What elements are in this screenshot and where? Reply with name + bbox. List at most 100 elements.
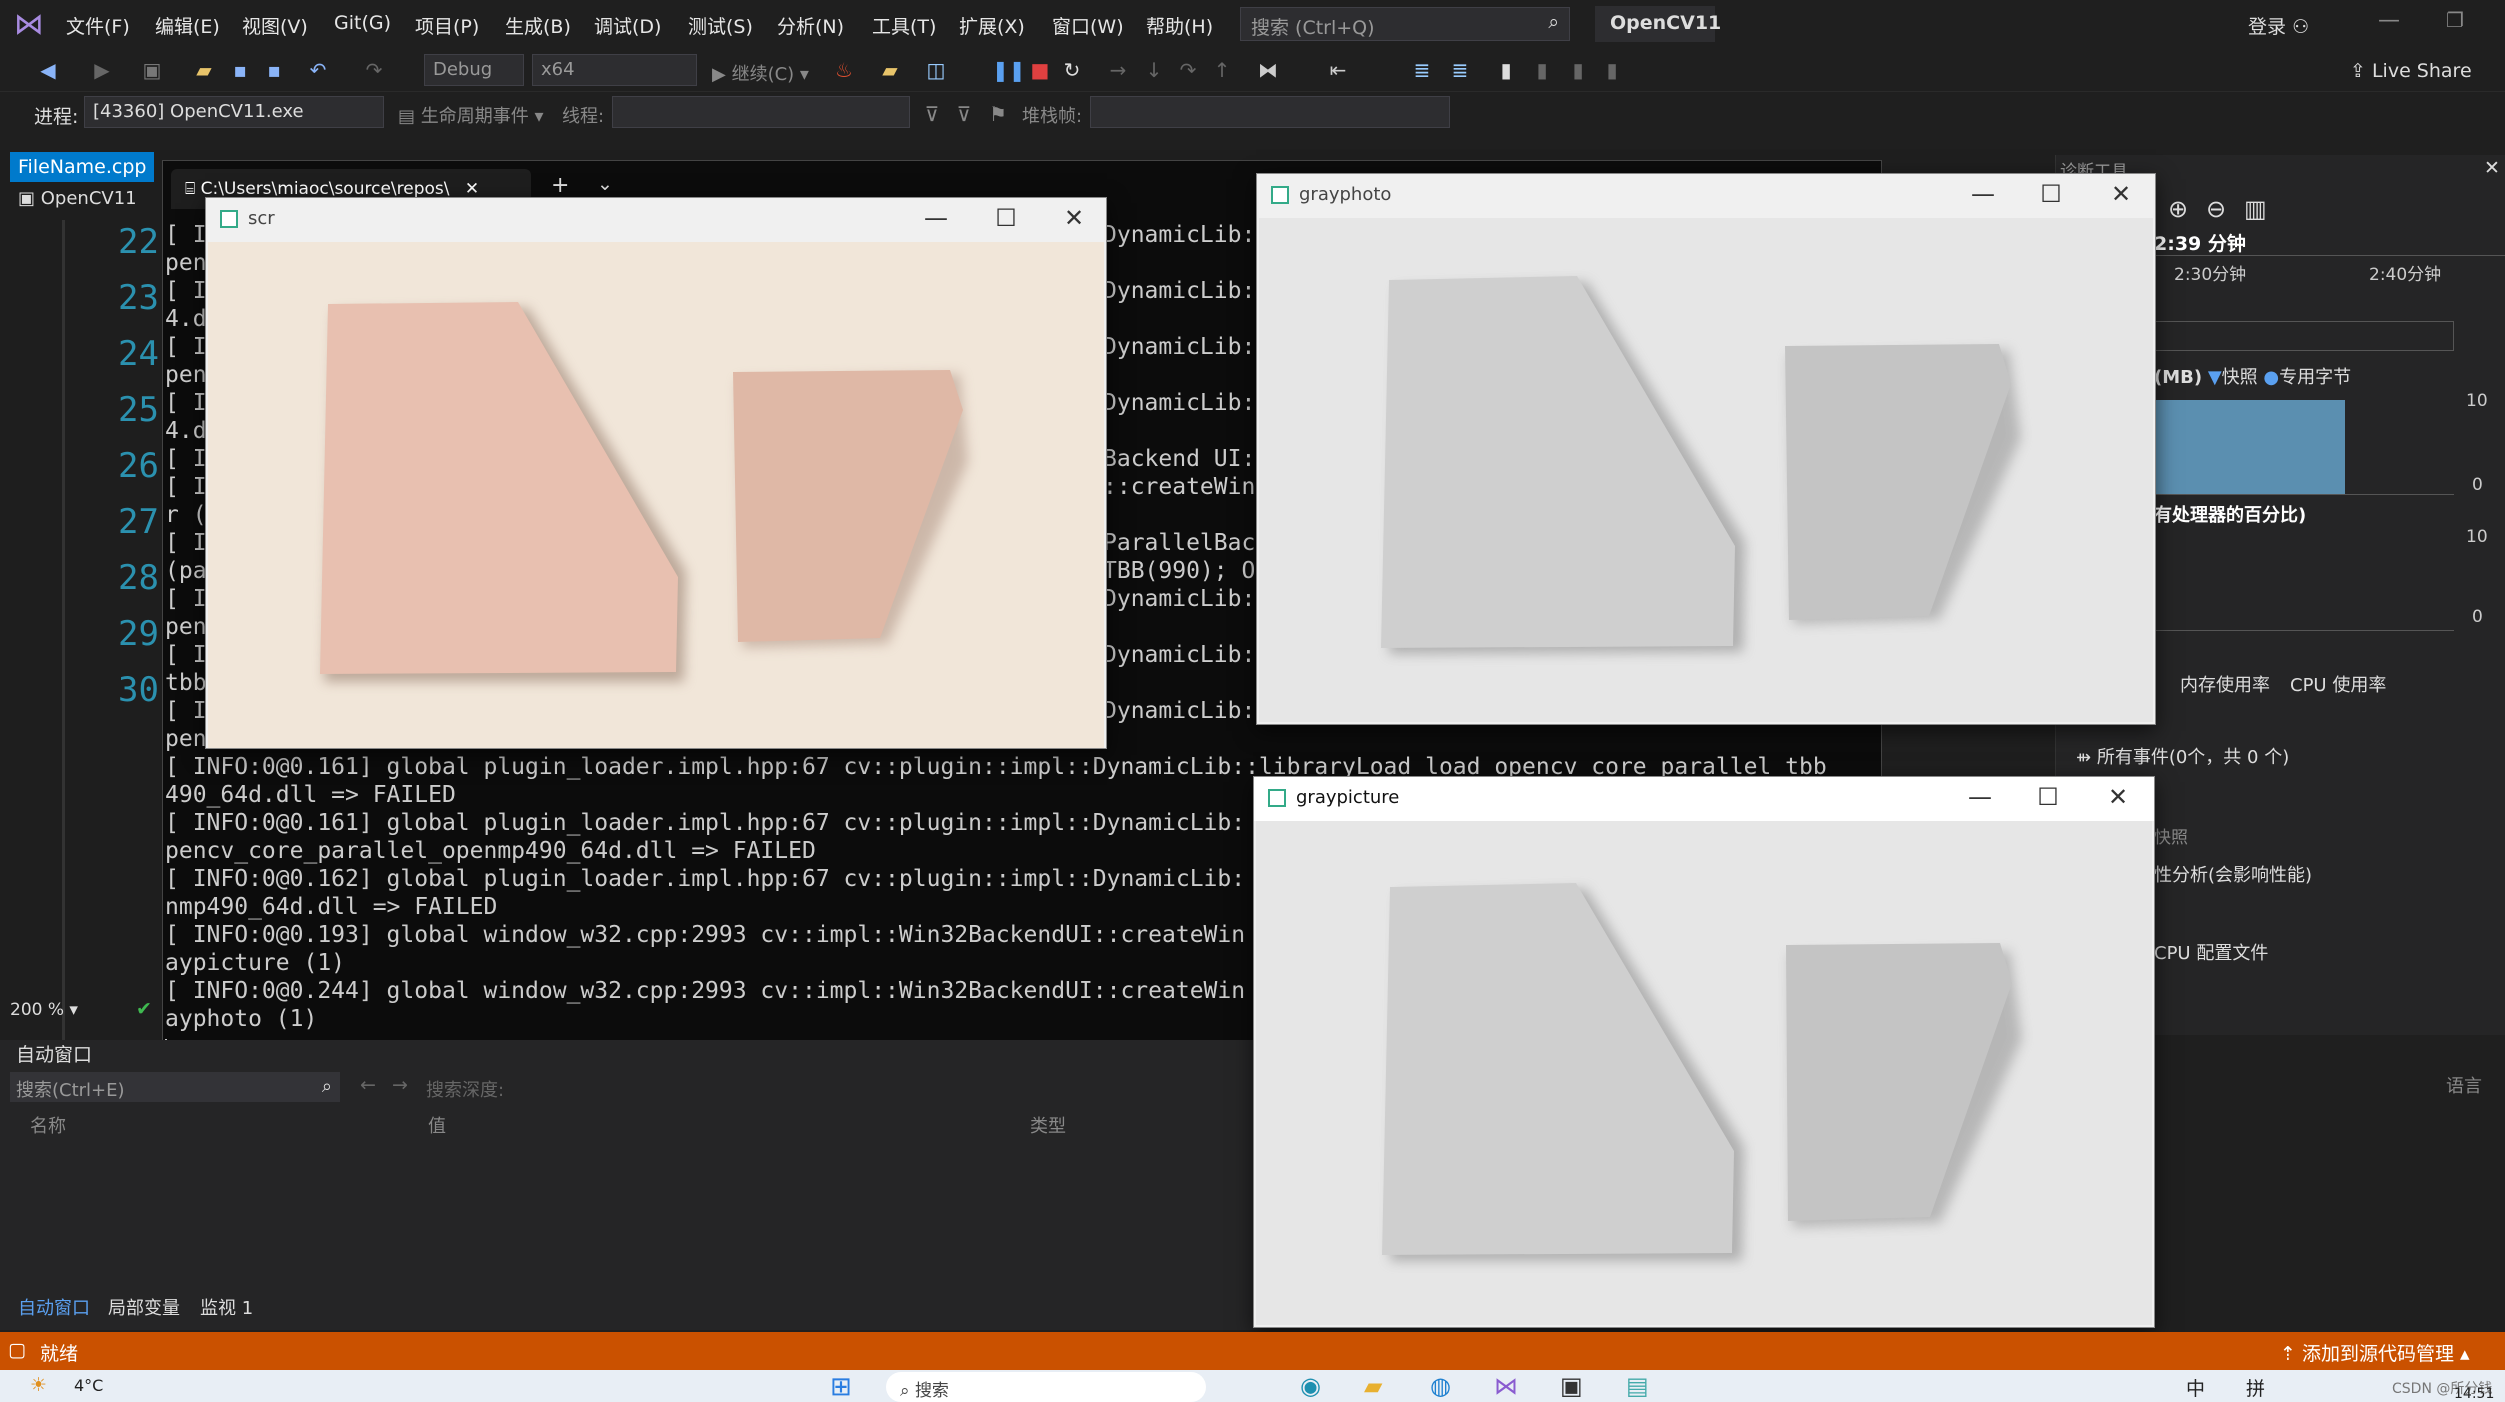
tab-autos[interactable]: 自动窗口 xyxy=(18,1294,90,1320)
stack-frame-select[interactable] xyxy=(1090,96,1450,128)
menu-item[interactable]: 扩展(X) xyxy=(959,12,1025,39)
minimize-button[interactable]: — xyxy=(1960,783,2000,811)
tab-cpu-usage[interactable]: CPU 使用率 xyxy=(2290,671,2386,697)
process-select[interactable]: [43360] OpenCV11.exe xyxy=(84,96,384,128)
pause-icon[interactable]: ❚❚ xyxy=(992,58,1026,82)
continue-button[interactable]: ▶ 继续(C) ▾ xyxy=(712,60,809,86)
restart-icon[interactable]: ↻ xyxy=(1060,58,1084,82)
lifecycle-events-button[interactable]: ▤ 生命周期事件 ▾ xyxy=(398,102,544,128)
indent-icon[interactable]: ≣ xyxy=(1410,58,1434,82)
maximize-button[interactable]: ☐ xyxy=(2031,180,2071,208)
save-icon[interactable]: ▪ xyxy=(228,58,252,82)
minimize-button[interactable]: — xyxy=(2378,8,2400,33)
nav-forward-icon[interactable]: → xyxy=(392,1074,408,1096)
minimize-button[interactable]: — xyxy=(1963,180,2003,208)
nav-back-icon[interactable]: ← xyxy=(360,1074,376,1096)
zoom-in-icon[interactable]: ⊕ xyxy=(2168,195,2188,223)
configuration-select[interactable]: Debug xyxy=(424,54,524,86)
step-into-icon[interactable]: ↓ xyxy=(1142,58,1166,82)
zoom-out-icon[interactable]: ⊖ xyxy=(2206,195,2226,223)
edge-icon[interactable]: ◉ xyxy=(1300,1372,1321,1400)
close-panel-icon[interactable]: ✕ xyxy=(2484,157,2500,179)
screenshot-icon[interactable]: ◫ xyxy=(924,58,948,82)
menu-item[interactable]: 测试(S) xyxy=(688,12,753,39)
menu-item[interactable]: 窗口(W) xyxy=(1052,12,1124,39)
menu-item[interactable]: 项目(P) xyxy=(415,12,479,39)
menu-item[interactable]: 帮助(H) xyxy=(1146,12,1213,39)
maximize-button[interactable]: ❐ xyxy=(2446,8,2464,32)
hot-reload-icon[interactable]: ♨ xyxy=(832,58,856,82)
tab-project[interactable]: ▣ OpenCV11 xyxy=(10,184,145,213)
autos-search-input[interactable]: 搜索(Ctrl+E) ⌕ xyxy=(10,1072,340,1102)
login-button[interactable]: 登录 ⚇ xyxy=(2248,12,2309,39)
menu-item[interactable]: 编辑(E) xyxy=(155,12,220,39)
thread-select[interactable] xyxy=(612,96,910,128)
browser-icon[interactable]: ◍ xyxy=(1430,1372,1451,1400)
col-type[interactable]: 类型 xyxy=(1030,1112,1066,1138)
live-share-button[interactable]: ⇪ Live Share xyxy=(2350,60,2472,82)
menu-item[interactable]: 工具(T) xyxy=(872,12,936,39)
events-filter[interactable]: ⇻ 所有事件(0个，共 0 个) xyxy=(2076,743,2289,769)
taskbar-search[interactable]: ⌕ 搜索 xyxy=(886,1372,1206,1402)
forward-icon[interactable]: ▶ xyxy=(90,58,114,82)
filter-clear-icon[interactable]: ⊽ xyxy=(952,102,976,126)
explorer-icon[interactable]: ▰ xyxy=(1364,1372,1382,1400)
add-to-source-control[interactable]: ⇡ 添加到源代码管理 ▴ xyxy=(2280,1339,2470,1366)
tab-memory-usage[interactable]: 内存使用率 xyxy=(2180,671,2270,697)
visual-studio-icon[interactable]: ⋈ xyxy=(1494,1372,1518,1400)
bookmark-clear-icon[interactable]: ▮ xyxy=(1600,58,1624,82)
col-value[interactable]: 值 xyxy=(428,1112,446,1138)
menu-item[interactable]: 视图(V) xyxy=(242,12,308,39)
menu-item[interactable]: 分析(N) xyxy=(777,12,844,39)
undo-icon[interactable]: ↶ xyxy=(306,58,330,82)
clock[interactable]: 14:51 xyxy=(2454,1386,2494,1402)
tab-watch-1[interactable]: 监视 1 xyxy=(200,1294,253,1320)
terminal-icon[interactable]: ▣ xyxy=(1560,1372,1583,1400)
minimize-button[interactable]: — xyxy=(916,204,956,232)
flag-icon[interactable]: ⚑ xyxy=(986,102,1010,126)
reset-zoom-icon[interactable]: ▥ xyxy=(2244,195,2267,223)
zoom-select[interactable]: 200 % ▾ xyxy=(10,1000,78,1020)
redo-icon[interactable]: ↷ xyxy=(362,58,386,82)
new-project-icon[interactable]: ▣ xyxy=(140,58,164,82)
close-button[interactable]: ✕ xyxy=(2101,180,2141,208)
step-over-icon[interactable]: → xyxy=(1106,58,1130,82)
filter-icon[interactable]: ⊽ xyxy=(920,102,944,126)
start-icon[interactable]: ⊞ xyxy=(830,1372,852,1402)
cpu-profile-button[interactable]: CPU 配置文件 xyxy=(2154,939,2268,965)
tab-dropdown-icon[interactable]: ⌄ xyxy=(597,173,613,195)
step-out-icon[interactable]: ↑ xyxy=(1210,58,1234,82)
maximize-button[interactable]: ☐ xyxy=(2028,783,2068,811)
close-tab-icon[interactable]: ✕ xyxy=(465,179,479,199)
maximize-button[interactable]: ☐ xyxy=(986,204,1026,232)
menu-item[interactable]: 调试(D) xyxy=(594,12,661,39)
take-snapshot-button[interactable]: 快照 xyxy=(2154,823,2188,848)
bookmark-icon[interactable]: ▮ xyxy=(1494,58,1518,82)
open-folder-icon[interactable]: ▰ xyxy=(192,58,216,82)
close-button[interactable]: ✕ xyxy=(1054,204,1094,232)
tab-locals[interactable]: 局部变量 xyxy=(108,1294,180,1320)
menu-item[interactable]: Git(G) xyxy=(334,12,391,34)
close-button[interactable]: ✕ xyxy=(2098,783,2138,811)
bookmark-next-icon[interactable]: ▮ xyxy=(1566,58,1590,82)
heap-analysis-toggle[interactable]: 性分析(会影响性能) xyxy=(2154,861,2312,887)
tab-filename-cpp[interactable]: FileName.cpp xyxy=(10,152,155,182)
ime-pinyin[interactable]: 拼 xyxy=(2246,1374,2265,1401)
breakpoint-icon[interactable]: ⇤ xyxy=(1326,58,1350,82)
col-name[interactable]: 名称 xyxy=(30,1112,66,1138)
menu-item[interactable]: 文件(F) xyxy=(66,12,130,39)
menu-item[interactable]: 生成(B) xyxy=(505,12,571,39)
threads-icon[interactable]: ⧓ xyxy=(1256,58,1280,82)
save-all-icon[interactable]: ▪ xyxy=(262,58,286,82)
opencv-app-icon[interactable]: ▤ xyxy=(1626,1372,1649,1400)
step-icon[interactable]: ↷ xyxy=(1176,58,1200,82)
comment-icon[interactable]: ≣ xyxy=(1448,58,1472,82)
search-input[interactable]: 搜索 (Ctrl+Q) ⌕ xyxy=(1240,7,1570,41)
new-tab-icon[interactable]: + xyxy=(551,173,569,198)
back-icon[interactable]: ◀ xyxy=(36,58,60,82)
stop-icon[interactable]: ■ xyxy=(1028,58,1052,82)
platform-select[interactable]: x64 xyxy=(532,54,697,86)
ime-chinese[interactable]: 中 xyxy=(2186,1374,2205,1401)
bookmark-prev-icon[interactable]: ▮ xyxy=(1530,58,1554,82)
folder-icon[interactable]: ▰ xyxy=(878,58,902,82)
